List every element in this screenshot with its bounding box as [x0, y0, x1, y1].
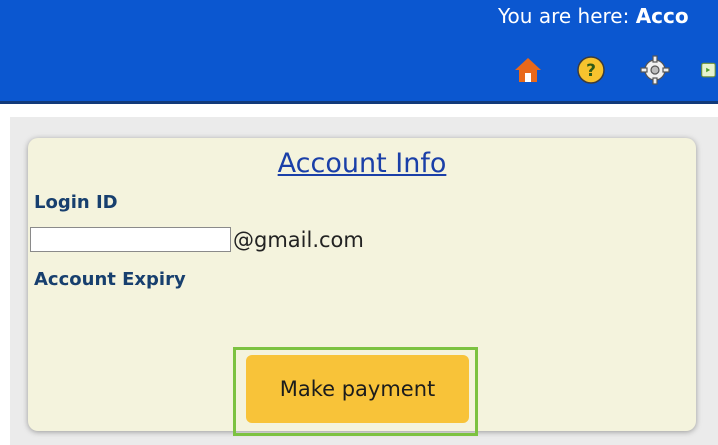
exit-icon[interactable]	[700, 54, 718, 86]
login-id-input[interactable]	[30, 227, 231, 252]
email-domain-suffix: @gmail.com	[233, 227, 364, 252]
breadcrumb-current[interactable]: Acco	[636, 4, 689, 28]
gear-icon[interactable]	[639, 54, 671, 86]
account-expiry-label: Account Expiry	[34, 269, 186, 290]
breadcrumb-prefix: You are here:	[498, 4, 636, 28]
svg-text:?: ?	[586, 61, 596, 81]
account-info-title[interactable]: Account Info	[28, 148, 696, 179]
login-id-label: Login ID	[34, 192, 118, 213]
breadcrumb: You are here: Acco	[498, 4, 718, 28]
top-header-bar: You are here: Acco ?	[0, 0, 718, 104]
login-id-row: @gmail.com	[30, 227, 364, 252]
home-icon[interactable]	[512, 54, 544, 86]
help-icon[interactable]: ?	[575, 54, 607, 86]
make-payment-button[interactable]: Make payment	[246, 355, 469, 423]
